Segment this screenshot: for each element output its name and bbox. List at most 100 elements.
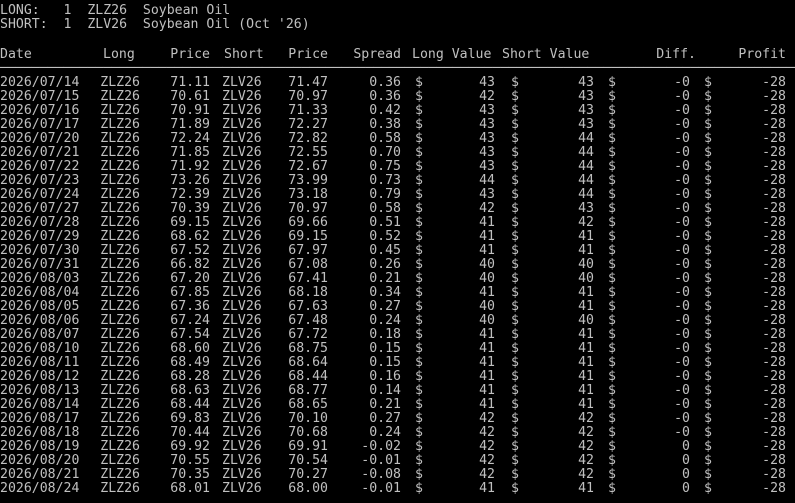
cell-long-value: 42 bbox=[479, 89, 495, 104]
currency-symbol: $ bbox=[415, 117, 423, 132]
cell-long-price: 70.39 bbox=[170, 201, 210, 216]
cell-short: ZLV26 bbox=[222, 439, 262, 454]
cell-short-price: 68.00 bbox=[288, 481, 328, 496]
currency-symbol: $ bbox=[511, 131, 519, 146]
cell-short-value: 42 bbox=[578, 439, 594, 454]
currency-symbol: $ bbox=[415, 467, 423, 482]
cell-long-value: 43 bbox=[479, 103, 495, 118]
cell-profit: -28 bbox=[762, 397, 786, 412]
cell-long-value: 41 bbox=[479, 481, 495, 496]
cell-short-value: 41 bbox=[578, 383, 594, 398]
cell-short-value: 41 bbox=[578, 355, 594, 370]
currency-symbol: $ bbox=[415, 397, 423, 412]
column-header-long-price: Price bbox=[170, 47, 210, 62]
currency-symbol: $ bbox=[608, 271, 616, 286]
cell-short-value: 44 bbox=[578, 187, 594, 202]
currency-symbol: $ bbox=[415, 187, 423, 202]
cell-short-price: 69.66 bbox=[288, 215, 328, 230]
cell-short-price: 70.97 bbox=[288, 201, 328, 216]
table-row: 2026/08/13 ZLZ26 68.63 ZLV26 68.77 0.14 41 41 -0… bbox=[0, 384, 795, 398]
cell-short-value: 44 bbox=[578, 131, 594, 146]
currency-symbol: $ bbox=[704, 173, 712, 188]
currency-symbol: $ bbox=[704, 439, 712, 454]
cell-long: ZLZ26 bbox=[100, 117, 140, 132]
currency-symbol: $ bbox=[608, 159, 616, 174]
currency-symbol: $ bbox=[608, 229, 616, 244]
table-row: 2026/08/10 ZLZ26 68.60 ZLV26 68.75 0.15 41 41 -0… bbox=[0, 342, 795, 356]
cell-profit: -28 bbox=[762, 439, 786, 454]
column-header-diff: Diff. bbox=[656, 47, 696, 62]
cell-date: 2026/07/22 bbox=[0, 159, 80, 174]
cell-short: ZLV26 bbox=[222, 201, 262, 216]
cell-short-price: 71.47 bbox=[288, 75, 328, 90]
currency-symbol: $ bbox=[415, 369, 423, 384]
cell-date: 2026/08/20 bbox=[0, 453, 80, 468]
table-row: 2026/08/11 ZLZ26 68.49 ZLV26 68.64 0.15 41 41 -0… bbox=[0, 356, 795, 370]
currency-symbol: $ bbox=[511, 369, 519, 384]
cell-date: 2026/08/17 bbox=[0, 411, 80, 426]
cell-short-value: 41 bbox=[578, 481, 594, 496]
cell-long: ZLZ26 bbox=[100, 397, 140, 412]
cell-long: ZLZ26 bbox=[100, 187, 140, 202]
currency-symbol: $ bbox=[511, 117, 519, 132]
cell-long-value: 41 bbox=[479, 397, 495, 412]
cell-long-price: 70.91 bbox=[170, 103, 210, 118]
cell-short-value: 42 bbox=[578, 425, 594, 440]
cell-diff: -0 bbox=[674, 215, 690, 230]
currency-symbol: $ bbox=[415, 481, 423, 496]
currency-symbol: $ bbox=[608, 341, 616, 356]
cell-profit: -28 bbox=[762, 243, 786, 258]
cell-diff: -0 bbox=[674, 117, 690, 132]
cell-date: 2026/07/16 bbox=[0, 103, 80, 118]
currency-symbol: $ bbox=[511, 453, 519, 468]
cell-spread: 0.79 bbox=[369, 187, 401, 202]
currency-symbol: $ bbox=[608, 411, 616, 426]
cell-date: 2026/07/29 bbox=[0, 229, 80, 244]
currency-symbol: $ bbox=[704, 159, 712, 174]
cell-long-price: 70.55 bbox=[170, 453, 210, 468]
table-row: 2026/08/12 ZLZ26 68.28 ZLV26 68.44 0.16 41 41 -0… bbox=[0, 370, 795, 384]
table-row: 2026/08/20 ZLZ26 70.55 ZLV26 70.54 -0.01 42 42 0… bbox=[0, 454, 795, 468]
currency-symbol: $ bbox=[608, 131, 616, 146]
cell-diff: -0 bbox=[674, 369, 690, 384]
currency-symbol: $ bbox=[608, 75, 616, 90]
currency-symbol: $ bbox=[608, 481, 616, 496]
currency-symbol: $ bbox=[704, 341, 712, 356]
currency-symbol: $ bbox=[415, 327, 423, 342]
cell-diff: -0 bbox=[674, 89, 690, 104]
cell-short: ZLV26 bbox=[222, 313, 262, 328]
currency-symbol: $ bbox=[511, 271, 519, 286]
cell-diff: -0 bbox=[674, 103, 690, 118]
cell-date: 2026/08/13 bbox=[0, 383, 80, 398]
cell-short: ZLV26 bbox=[222, 89, 262, 104]
cell-long-value: 41 bbox=[479, 215, 495, 230]
cell-diff: -0 bbox=[674, 173, 690, 188]
cell-long-value: 42 bbox=[479, 201, 495, 216]
cell-long-price: 71.89 bbox=[170, 117, 210, 132]
cell-date: 2026/08/03 bbox=[0, 271, 80, 286]
currency-symbol: $ bbox=[415, 75, 423, 90]
cell-diff: -0 bbox=[674, 313, 690, 328]
cell-short-value: 41 bbox=[578, 299, 594, 314]
cell-short-price: 73.18 bbox=[288, 187, 328, 202]
cell-profit: -28 bbox=[762, 257, 786, 272]
currency-symbol: $ bbox=[704, 467, 712, 482]
cell-short: ZLV26 bbox=[222, 159, 262, 174]
cell-short-value: 44 bbox=[578, 159, 594, 174]
cell-diff: -0 bbox=[674, 411, 690, 426]
cell-date: 2026/07/30 bbox=[0, 243, 80, 258]
cell-short-price: 68.75 bbox=[288, 341, 328, 356]
table-row: 2026/07/17 ZLZ26 71.89 ZLV26 72.27 0.38 43 43 -0… bbox=[0, 118, 795, 132]
table-row: 2026/07/27 ZLZ26 70.39 ZLV26 70.97 0.58 42 43 -0… bbox=[0, 202, 795, 216]
cell-short-value: 43 bbox=[578, 103, 594, 118]
cell-long-value: 43 bbox=[479, 187, 495, 202]
currency-symbol: $ bbox=[511, 411, 519, 426]
currency-symbol: $ bbox=[704, 103, 712, 118]
cell-diff: -0 bbox=[674, 145, 690, 160]
currency-symbol: $ bbox=[511, 243, 519, 258]
table-row: 2026/08/21 ZLZ26 70.35 ZLV26 70.27 -0.08 42 42 0… bbox=[0, 468, 795, 482]
cell-short: ZLV26 bbox=[222, 75, 262, 90]
table-row: 2026/07/28 ZLZ26 69.15 ZLV26 69.66 0.51 41 42 -0… bbox=[0, 216, 795, 230]
cell-long-price: 67.85 bbox=[170, 285, 210, 300]
cell-long-value: 40 bbox=[479, 313, 495, 328]
